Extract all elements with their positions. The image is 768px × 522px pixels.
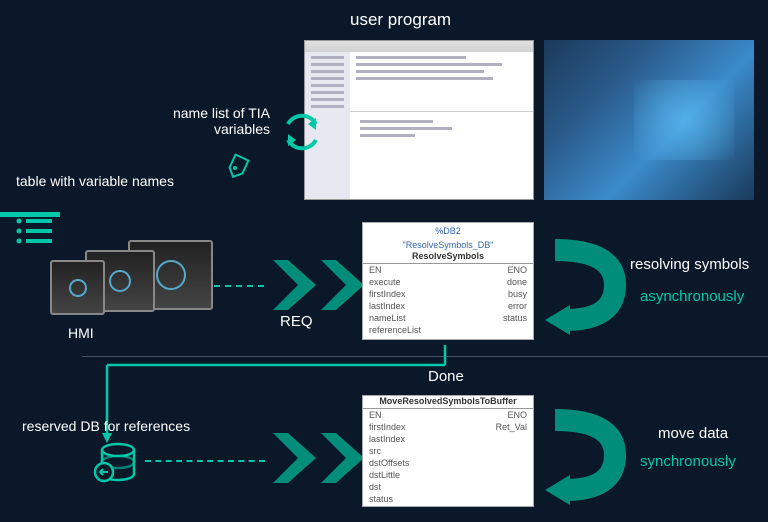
fb-param-right: ENO — [507, 265, 527, 275]
sync-label: synchronously — [640, 453, 736, 470]
tag-icon — [225, 150, 253, 178]
fb-param-row: dstLittle — [363, 469, 533, 481]
fb-param-row: firstIndex Ret_Val — [363, 421, 533, 433]
fb-param-row: execute done — [363, 276, 533, 288]
recycle-arrows-icon — [280, 110, 324, 154]
list-icon — [14, 215, 54, 247]
async-label: asynchronously — [640, 288, 744, 305]
fb-param-left: referenceList — [369, 325, 421, 335]
factory-photo — [544, 40, 754, 200]
fb1-title: ResolveSymbols — [363, 251, 533, 264]
move-label: move data — [658, 425, 728, 442]
connector-hmi — [214, 285, 264, 287]
fb-param-right: error — [508, 301, 527, 311]
fb-param-right: status — [503, 313, 527, 323]
curve-arrow-icon — [540, 235, 630, 335]
connector-db — [145, 460, 265, 462]
fb-param-row: firstIndex busy — [363, 288, 533, 300]
fb-param-left: firstIndex — [369, 289, 406, 299]
fb1-id: %DB2 — [363, 223, 533, 237]
fb-param-left: execute — [369, 277, 401, 287]
fb-param-left: nameList — [369, 313, 406, 323]
fb-param-row: lastIndex — [363, 433, 533, 445]
fb-param-left: EN — [369, 265, 382, 275]
fb-param-left: lastIndex — [369, 301, 405, 311]
database-back-icon — [90, 438, 138, 486]
fb-param-right: done — [507, 277, 527, 287]
db-label: reserved DB for references — [22, 418, 190, 434]
ide-screenshot — [304, 40, 534, 200]
fb-param-row: EN ENO — [363, 264, 533, 276]
chevron-right-icon — [268, 428, 323, 488]
fb-param-left: src — [369, 446, 381, 456]
fb-param-row: EN ENO — [363, 409, 533, 421]
fb-param-right: busy — [508, 289, 527, 299]
fb-param-row: dstOffsets — [363, 457, 533, 469]
hmi-devices — [50, 240, 230, 330]
fb1-name: "ResolveSymbols_DB" — [363, 237, 533, 251]
fb-param-left: firstIndex — [369, 422, 406, 432]
curve-arrow-icon — [540, 405, 630, 505]
fb-param-right: Ret_Val — [496, 422, 527, 432]
fb-param-left: dstLittle — [369, 470, 400, 480]
fb-param-row: dst — [363, 481, 533, 493]
function-block-resolve: %DB2 "ResolveSymbols_DB" ResolveSymbols … — [362, 222, 534, 340]
req-label: REQ — [280, 313, 313, 330]
fb-param-row: src — [363, 445, 533, 457]
fb-param-left: lastIndex — [369, 434, 405, 444]
hmi-label: HMI — [68, 325, 94, 341]
resolve-label: resolving symbols — [630, 256, 749, 273]
fb-param-row: referenceList — [363, 324, 533, 336]
fb2-title: MoveResolvedSymbolsToBuffer — [363, 396, 533, 409]
fb-param-left: EN — [369, 410, 382, 420]
namelist-label: name list of TIA variables — [170, 105, 270, 137]
fb-param-left: status — [369, 494, 393, 504]
fb-param-right: ENO — [507, 410, 527, 420]
fb-param-left: dstOffsets — [369, 458, 409, 468]
fb-param-row: status — [363, 493, 533, 505]
chevron-right-icon — [268, 255, 323, 315]
function-block-move: MoveResolvedSymbolsToBuffer ENENOfirstIn… — [362, 395, 534, 507]
user-program-title: user program — [350, 10, 451, 30]
fb-param-row: lastIndex error — [363, 300, 533, 312]
fb-param-row: nameList status — [363, 312, 533, 324]
table-label: table with variable names — [16, 173, 174, 189]
fb-param-left: dst — [369, 482, 381, 492]
